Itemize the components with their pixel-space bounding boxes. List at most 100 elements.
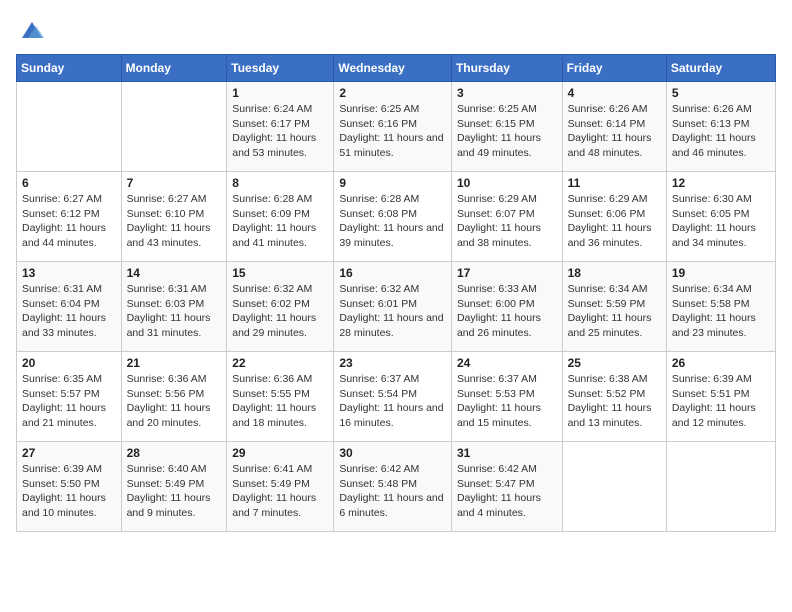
- calendar-week-row: 6 Sunrise: 6:27 AM Sunset: 6:12 PM Daylig…: [17, 172, 776, 262]
- calendar-header-row: SundayMondayTuesdayWednesdayThursdayFrid…: [17, 55, 776, 82]
- day-number: 23: [339, 356, 446, 370]
- calendar-cell: 22Sunrise: 6:36 AM Sunset: 5:55 PM Dayli…: [227, 352, 334, 442]
- day-number: 5: [672, 86, 770, 100]
- day-info: Sunrise: 6:38 AM Sunset: 5:52 PM Dayligh…: [568, 372, 661, 431]
- calendar-cell: 31 Sunrise: 6:42 AM Sunset: 5:47 PM Dayli…: [451, 442, 562, 532]
- calendar-cell: 16 Sunrise: 6:32 AM Sunset: 6:01 PM Dayli…: [334, 262, 452, 352]
- day-number: 13: [22, 266, 116, 280]
- day-info: Sunrise: 6:24 AM Sunset: 6:17 PM Dayligh…: [232, 102, 328, 161]
- day-number: 31: [457, 446, 557, 460]
- day-info: Sunrise: 6:36 AM Sunset: 5:55 PM Dayligh…: [232, 372, 328, 431]
- logo: [16, 16, 46, 44]
- day-info: Sunrise: 6:28 AM Sunset: 6:08 PM Dayligh…: [339, 192, 446, 251]
- day-info: Sunrise: 6:26 AM Sunset: 6:14 PM Dayligh…: [568, 102, 661, 161]
- day-info: Sunrise: 6:31 AM Sunset: 6:04 PM Dayligh…: [22, 282, 116, 341]
- day-info: Sunrise: 6:29 AM Sunset: 6:06 PM Dayligh…: [568, 192, 661, 251]
- day-info: Sunrise: 6:33 AM Sunset: 6:00 PM Dayligh…: [457, 282, 557, 341]
- calendar-cell: [666, 442, 775, 532]
- day-info: Sunrise: 6:36 AM Sunset: 5:56 PM Dayligh…: [127, 372, 222, 431]
- calendar-cell: 6 Sunrise: 6:27 AM Sunset: 6:12 PM Daylig…: [17, 172, 122, 262]
- day-number: 10: [457, 176, 557, 190]
- day-number: 20: [22, 356, 116, 370]
- calendar-cell: 26 Sunrise: 6:39 AM Sunset: 5:51 PM Dayli…: [666, 352, 775, 442]
- logo-icon: [18, 16, 46, 44]
- calendar-table: SundayMondayTuesdayWednesdayThursdayFrid…: [16, 54, 776, 532]
- day-info: Sunrise: 6:25 AM Sunset: 6:16 PM Dayligh…: [339, 102, 446, 161]
- calendar-cell: 14Sunrise: 6:31 AM Sunset: 6:03 PM Dayli…: [121, 262, 227, 352]
- day-info: Sunrise: 6:30 AM Sunset: 6:05 PM Dayligh…: [672, 192, 770, 251]
- day-number: 18: [568, 266, 661, 280]
- calendar-cell: 2Sunrise: 6:25 AM Sunset: 6:16 PM Daylig…: [334, 82, 452, 172]
- calendar-cell: 3 Sunrise: 6:25 AM Sunset: 6:15 PM Daylig…: [451, 82, 562, 172]
- weekday-header: Thursday: [451, 55, 562, 82]
- day-number: 19: [672, 266, 770, 280]
- day-number: 12: [672, 176, 770, 190]
- day-number: 7: [127, 176, 222, 190]
- day-info: Sunrise: 6:26 AM Sunset: 6:13 PM Dayligh…: [672, 102, 770, 161]
- day-number: 3: [457, 86, 557, 100]
- day-number: 16: [339, 266, 446, 280]
- day-info: Sunrise: 6:31 AM Sunset: 6:03 PM Dayligh…: [127, 282, 222, 341]
- calendar-cell: 7 Sunrise: 6:27 AM Sunset: 6:10 PM Daylig…: [121, 172, 227, 262]
- calendar-cell: 1 Sunrise: 6:24 AM Sunset: 6:17 PM Daylig…: [227, 82, 334, 172]
- day-number: 6: [22, 176, 116, 190]
- day-info: Sunrise: 6:42 AM Sunset: 5:48 PM Dayligh…: [339, 462, 446, 521]
- calendar-cell: 15 Sunrise: 6:32 AM Sunset: 6:02 PM Dayli…: [227, 262, 334, 352]
- calendar-cell: 17Sunrise: 6:33 AM Sunset: 6:00 PM Dayli…: [451, 262, 562, 352]
- calendar-week-row: 20 Sunrise: 6:35 AM Sunset: 5:57 PM Dayli…: [17, 352, 776, 442]
- day-info: Sunrise: 6:34 AM Sunset: 5:59 PM Dayligh…: [568, 282, 661, 341]
- day-info: Sunrise: 6:27 AM Sunset: 6:10 PM Dayligh…: [127, 192, 222, 251]
- calendar-cell: 21 Sunrise: 6:36 AM Sunset: 5:56 PM Dayli…: [121, 352, 227, 442]
- day-number: 28: [127, 446, 222, 460]
- day-number: 9: [339, 176, 446, 190]
- day-number: 11: [568, 176, 661, 190]
- day-number: 30: [339, 446, 446, 460]
- calendar-cell: [562, 442, 666, 532]
- day-info: Sunrise: 6:40 AM Sunset: 5:49 PM Dayligh…: [127, 462, 222, 521]
- calendar-cell: [17, 82, 122, 172]
- day-info: Sunrise: 6:28 AM Sunset: 6:09 PM Dayligh…: [232, 192, 328, 251]
- calendar-week-row: 13 Sunrise: 6:31 AM Sunset: 6:04 PM Dayli…: [17, 262, 776, 352]
- day-number: 21: [127, 356, 222, 370]
- calendar-cell: 11 Sunrise: 6:29 AM Sunset: 6:06 PM Dayli…: [562, 172, 666, 262]
- calendar-cell: 23 Sunrise: 6:37 AM Sunset: 5:54 PM Dayli…: [334, 352, 452, 442]
- day-info: Sunrise: 6:37 AM Sunset: 5:54 PM Dayligh…: [339, 372, 446, 431]
- day-number: 24: [457, 356, 557, 370]
- calendar-cell: 10Sunrise: 6:29 AM Sunset: 6:07 PM Dayli…: [451, 172, 562, 262]
- calendar-cell: 8 Sunrise: 6:28 AM Sunset: 6:09 PM Daylig…: [227, 172, 334, 262]
- day-info: Sunrise: 6:32 AM Sunset: 6:02 PM Dayligh…: [232, 282, 328, 341]
- day-number: 25: [568, 356, 661, 370]
- day-number: 1: [232, 86, 328, 100]
- day-info: Sunrise: 6:39 AM Sunset: 5:50 PM Dayligh…: [22, 462, 116, 521]
- day-info: Sunrise: 6:35 AM Sunset: 5:57 PM Dayligh…: [22, 372, 116, 431]
- day-number: 26: [672, 356, 770, 370]
- calendar-cell: 18 Sunrise: 6:34 AM Sunset: 5:59 PM Dayli…: [562, 262, 666, 352]
- day-info: Sunrise: 6:39 AM Sunset: 5:51 PM Dayligh…: [672, 372, 770, 431]
- day-number: 8: [232, 176, 328, 190]
- calendar-cell: [121, 82, 227, 172]
- calendar-cell: 20 Sunrise: 6:35 AM Sunset: 5:57 PM Dayli…: [17, 352, 122, 442]
- weekday-header: Monday: [121, 55, 227, 82]
- calendar-cell: 30 Sunrise: 6:42 AM Sunset: 5:48 PM Dayli…: [334, 442, 452, 532]
- calendar-cell: 29Sunrise: 6:41 AM Sunset: 5:49 PM Dayli…: [227, 442, 334, 532]
- day-info: Sunrise: 6:41 AM Sunset: 5:49 PM Dayligh…: [232, 462, 328, 521]
- calendar-cell: 25 Sunrise: 6:38 AM Sunset: 5:52 PM Dayli…: [562, 352, 666, 442]
- weekday-header: Tuesday: [227, 55, 334, 82]
- day-number: 27: [22, 446, 116, 460]
- weekday-header: Saturday: [666, 55, 775, 82]
- weekday-header: Friday: [562, 55, 666, 82]
- day-info: Sunrise: 6:25 AM Sunset: 6:15 PM Dayligh…: [457, 102, 557, 161]
- calendar-cell: 9 Sunrise: 6:28 AM Sunset: 6:08 PM Daylig…: [334, 172, 452, 262]
- weekday-header: Wednesday: [334, 55, 452, 82]
- day-info: Sunrise: 6:32 AM Sunset: 6:01 PM Dayligh…: [339, 282, 446, 341]
- day-info: Sunrise: 6:42 AM Sunset: 5:47 PM Dayligh…: [457, 462, 557, 521]
- calendar-cell: 12 Sunrise: 6:30 AM Sunset: 6:05 PM Dayli…: [666, 172, 775, 262]
- calendar-week-row: 27 Sunrise: 6:39 AM Sunset: 5:50 PM Dayli…: [17, 442, 776, 532]
- calendar-week-row: 1 Sunrise: 6:24 AM Sunset: 6:17 PM Daylig…: [17, 82, 776, 172]
- weekday-header: Sunday: [17, 55, 122, 82]
- day-info: Sunrise: 6:27 AM Sunset: 6:12 PM Dayligh…: [22, 192, 116, 251]
- calendar-cell: 5 Sunrise: 6:26 AM Sunset: 6:13 PM Daylig…: [666, 82, 775, 172]
- calendar-cell: 19Sunrise: 6:34 AM Sunset: 5:58 PM Dayli…: [666, 262, 775, 352]
- day-number: 15: [232, 266, 328, 280]
- calendar-cell: 4Sunrise: 6:26 AM Sunset: 6:14 PM Daylig…: [562, 82, 666, 172]
